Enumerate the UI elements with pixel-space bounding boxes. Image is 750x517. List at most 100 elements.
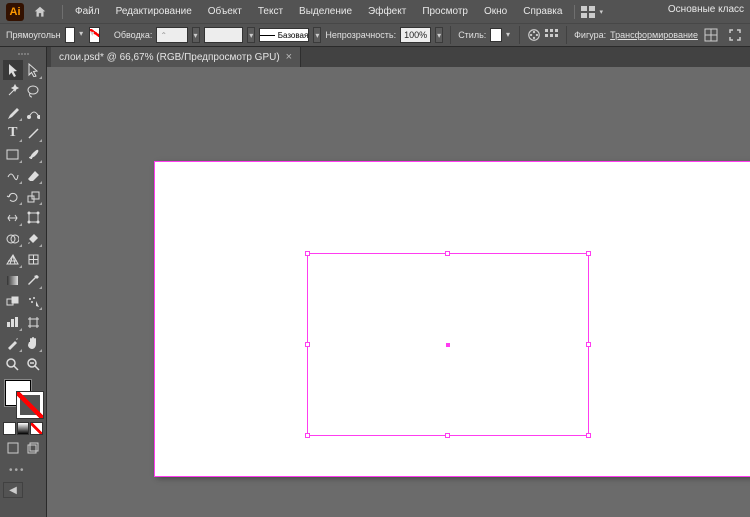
menu-edit[interactable]: Редактирование [108, 2, 200, 21]
handle-top-mid[interactable] [445, 251, 450, 256]
menu-text[interactable]: Текст [250, 2, 291, 21]
menu-effect[interactable]: Эффект [360, 2, 414, 21]
blend-tool[interactable] [3, 291, 23, 311]
draw-behind-icon[interactable] [25, 441, 41, 455]
eraser-tool[interactable] [24, 165, 44, 185]
curvature-tool[interactable] [24, 102, 44, 122]
mesh-tool[interactable] [24, 249, 44, 269]
handle-bottom-left[interactable] [305, 433, 310, 438]
toolbox: T [0, 47, 47, 517]
shape-builder-tool[interactable] [3, 228, 23, 248]
shaper-tool[interactable] [3, 165, 23, 185]
shape-word: Фигура: [574, 30, 606, 40]
color-mode-none[interactable] [30, 422, 43, 435]
lasso-tool[interactable] [24, 81, 44, 101]
magic-wand-tool[interactable] [3, 81, 23, 101]
workspace-switcher[interactable]: Основные класс [668, 4, 744, 15]
selection-tool[interactable] [3, 60, 23, 80]
stroke-color-swatch[interactable] [89, 27, 100, 43]
symbol-sprayer-tool[interactable] [24, 291, 44, 311]
menu-file[interactable]: Файл [67, 2, 108, 21]
expand-icon[interactable] [726, 26, 744, 44]
stroke-line-icon [260, 35, 274, 36]
zoom-tool[interactable] [3, 354, 23, 374]
opacity-label: Непрозрачность: [325, 30, 396, 40]
isolate-icon[interactable] [702, 26, 720, 44]
draw-normal-icon[interactable] [5, 441, 21, 455]
perspective-grid-tool[interactable] [3, 249, 23, 269]
width-tool[interactable] [3, 207, 23, 227]
graphic-style-swatch[interactable] [490, 28, 502, 42]
edit-toolbar-icon[interactable]: ••• [3, 465, 43, 476]
zoom-tool-2[interactable] [24, 354, 44, 374]
slice-tool[interactable] [3, 333, 23, 353]
menu-object[interactable]: Объект [200, 2, 250, 21]
opacity-input[interactable]: 100% [400, 27, 431, 43]
stroke-label: Обводка: [114, 30, 153, 40]
stroke-style-dropdown[interactable]: ▾ [313, 27, 321, 43]
eyedropper-tool[interactable] [24, 270, 44, 290]
column-graph-tool[interactable] [3, 312, 23, 332]
rotate-tool[interactable] [3, 186, 23, 206]
style-label: Стиль: [458, 30, 486, 40]
stroke-weight-dropdown[interactable]: ▾ [192, 27, 200, 43]
stroke-style-preview[interactable]: Базовая [259, 28, 309, 42]
transform-link[interactable]: Трансформирование [610, 30, 698, 40]
menu-help[interactable]: Справка [515, 2, 570, 21]
document-tab[interactable]: слои.psd* @ 66,67% (RGB/Предпросмотр GPU… [51, 47, 301, 67]
line-segment-tool[interactable] [24, 123, 44, 143]
win-layout-icon[interactable] [579, 3, 597, 21]
direct-selection-tool[interactable] [24, 60, 44, 80]
rectangle-tool[interactable] [3, 144, 23, 164]
paintbrush-tool[interactable] [24, 144, 44, 164]
color-mode-gradient[interactable] [17, 422, 30, 435]
hand-tool[interactable] [24, 333, 44, 353]
type-tool[interactable]: T [3, 123, 23, 143]
separator [450, 26, 451, 44]
artboard-tool[interactable] [24, 312, 44, 332]
menu-select[interactable]: Выделение [291, 2, 360, 21]
pen-tool[interactable] [3, 102, 23, 122]
fill-stroke-indicator[interactable] [3, 380, 43, 416]
stroke-color-icon[interactable] [17, 392, 43, 418]
handle-top-left[interactable] [305, 251, 310, 256]
chevron-down-icon: ▾ [599, 8, 603, 16]
recolor-icon[interactable] [527, 26, 541, 44]
canvas[interactable] [47, 67, 750, 517]
shape-type-label: Прямоугольн [6, 30, 61, 40]
handle-top-right[interactable] [586, 251, 591, 256]
toolbar-toggle[interactable]: ◀ [3, 482, 23, 498]
close-icon[interactable]: × [286, 51, 292, 63]
selection-center-icon [446, 343, 450, 347]
screen-mode-row [3, 441, 43, 455]
live-paint-tool[interactable] [24, 228, 44, 248]
fill-swatch[interactable] [65, 27, 76, 43]
handle-bottom-right[interactable] [586, 433, 591, 438]
gradient-tool[interactable] [3, 270, 23, 290]
opacity-dropdown[interactable]: ▾ [435, 27, 443, 43]
separator [566, 26, 567, 44]
selection-bounding-box[interactable] [307, 253, 589, 436]
stroke-weight-input[interactable]: ⌃ [156, 27, 187, 43]
stroke-profile[interactable] [204, 27, 244, 43]
color-mode-solid[interactable] [3, 422, 16, 435]
handle-bottom-mid[interactable] [445, 433, 450, 438]
scale-tool[interactable] [24, 186, 44, 206]
control-bar: Прямоугольн Обводка: ⌃ ▾ ▾ Базовая ▾ Неп… [0, 23, 750, 47]
menu-bar: Ai Файл Редактирование Объект Текст Выде… [0, 0, 750, 23]
app-icon: Ai [6, 3, 24, 21]
divider [62, 5, 63, 19]
document-tab-bar: слои.psd* @ 66,67% (RGB/Предпросмотр GPU… [0, 47, 750, 67]
menu-window[interactable]: Окно [476, 2, 515, 21]
menu-view[interactable]: Просмотр [414, 2, 476, 21]
stroke-profile-dropdown[interactable]: ▾ [247, 27, 255, 43]
handle-mid-right[interactable] [586, 342, 591, 347]
color-mode-row [3, 422, 43, 435]
panel-grip[interactable] [3, 51, 43, 57]
separator [519, 26, 520, 44]
free-transform-tool[interactable] [24, 207, 44, 227]
home-icon[interactable] [30, 2, 50, 22]
align-icon[interactable] [545, 26, 559, 44]
handle-mid-left[interactable] [305, 342, 310, 347]
divider [574, 5, 575, 19]
